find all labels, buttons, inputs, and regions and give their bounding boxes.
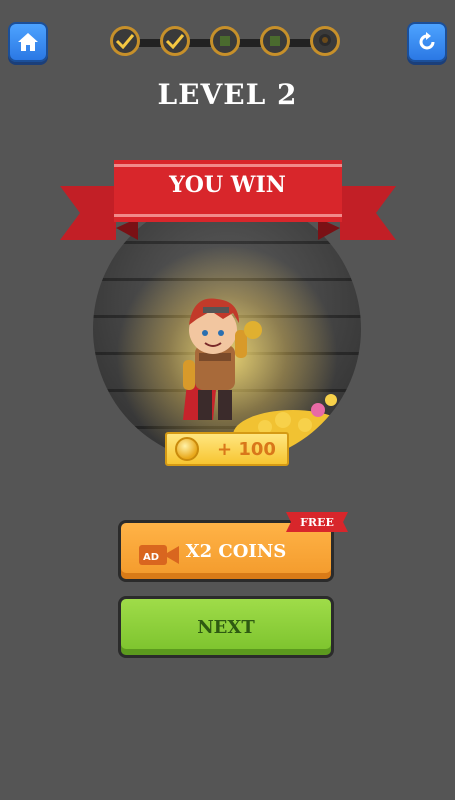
- boss-icon: [319, 34, 331, 46]
- coin-icon: [175, 437, 199, 461]
- stage-icon: [270, 36, 280, 46]
- x2-coins-label: X2 COINS: [185, 540, 287, 562]
- check-icon: [115, 34, 135, 49]
- check-icon: [165, 34, 185, 49]
- ad-video-icon: AD: [139, 545, 179, 565]
- restart-button[interactable]: [407, 22, 447, 62]
- stage-4-locked: [260, 26, 290, 56]
- stage-2-completed: [160, 26, 190, 56]
- restart-icon: [419, 32, 435, 50]
- banner-text: YOU WIN: [169, 172, 286, 198]
- home-icon: [18, 33, 38, 51]
- stage-5-boss: [310, 26, 340, 56]
- next-button[interactable]: NEXT: [118, 596, 334, 658]
- ad-label: AD: [143, 552, 159, 563]
- level-title: LEVEL 2: [157, 78, 298, 111]
- next-label: NEXT: [197, 616, 255, 638]
- level-progress: [110, 26, 342, 60]
- reward-amount: + 100: [217, 438, 276, 460]
- stage-3-locked: [210, 26, 240, 56]
- coin-reward: + 100: [165, 432, 289, 466]
- free-badge: FREE: [286, 512, 348, 532]
- stage-icon: [220, 36, 230, 46]
- stage-1-completed: [110, 26, 140, 56]
- home-button[interactable]: [8, 22, 48, 62]
